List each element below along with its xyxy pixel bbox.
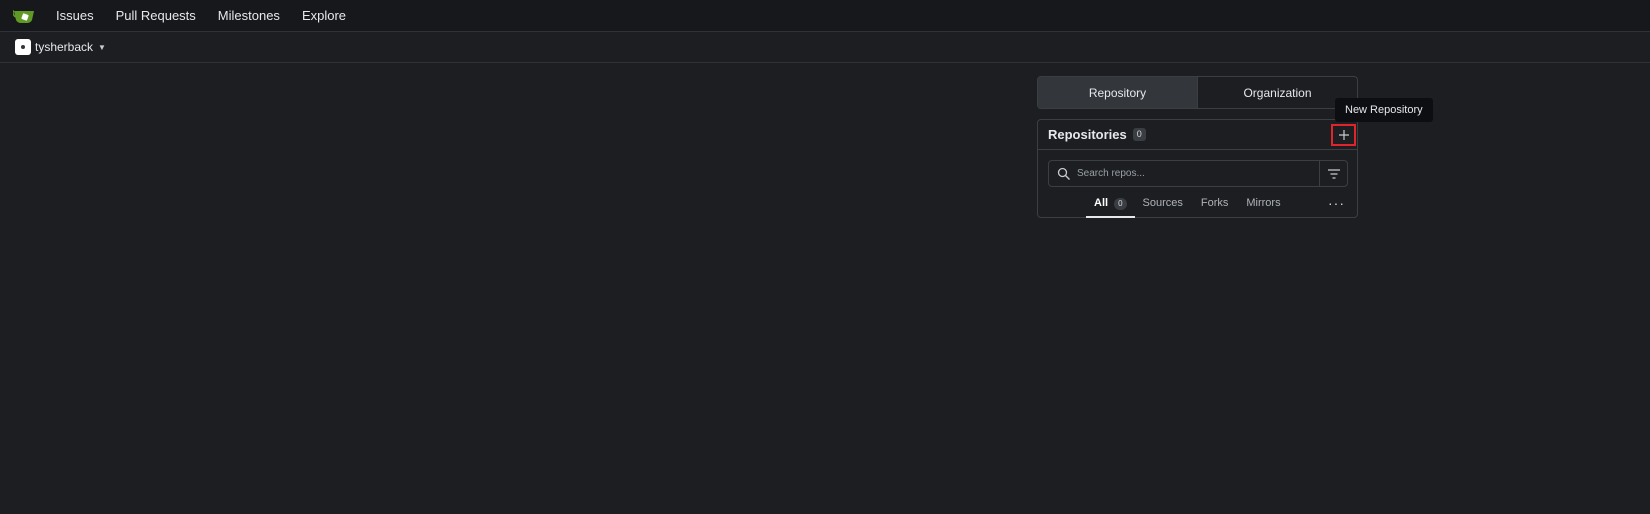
avatar-icon (15, 39, 31, 55)
tab-organization[interactable]: Organization (1197, 77, 1357, 108)
tab-mirrors[interactable]: Mirrors (1246, 193, 1280, 218)
nav-pull-requests[interactable]: Pull Requests (105, 0, 207, 32)
filter-button[interactable] (1319, 161, 1347, 186)
gitea-logo-icon[interactable] (13, 7, 35, 25)
tab-all[interactable]: All 0 (1086, 193, 1135, 218)
kebab-horizontal-icon[interactable]: ··· (1328, 195, 1345, 211)
repo-filter-tabs: All 0 Sources Forks Mirrors ··· (1038, 193, 1357, 218)
filter-icon (1327, 168, 1340, 179)
top-navbar: Issues Pull Requests Milestones Explore (0, 0, 1650, 32)
caret-down-icon: ▼ (98, 42, 106, 52)
context-bar: tysherback ▼ (0, 32, 1650, 63)
context-switcher[interactable]: tysherback ▼ (15, 39, 106, 55)
repositories-title: Repositories (1048, 127, 1127, 142)
new-repository-button[interactable] (1331, 124, 1356, 146)
nav-milestones[interactable]: Milestones (207, 0, 291, 32)
tab-repository[interactable]: Repository (1038, 77, 1197, 108)
repo-search-bar (1048, 160, 1348, 187)
tab-sources[interactable]: Sources (1143, 193, 1183, 218)
search-repos-input[interactable] (1077, 168, 1319, 179)
repositories-count-badge: 0 (1132, 128, 1146, 141)
nav-explore[interactable]: Explore (291, 0, 357, 32)
plus-icon (1338, 130, 1349, 140)
tab-all-label: All (1094, 197, 1109, 209)
new-repository-tooltip: New Repository (1335, 98, 1433, 122)
repositories-box: Repositories 0 All 0 (1037, 119, 1358, 218)
repositories-header: Repositories 0 (1038, 120, 1357, 150)
context-user-name: tysherback (35, 40, 94, 54)
nav-issues[interactable]: Issues (45, 0, 105, 32)
repo-org-switcher: Repository Organization (1037, 76, 1358, 109)
search-icon (1057, 167, 1070, 180)
tab-all-count: 0 (1114, 198, 1127, 210)
tab-forks[interactable]: Forks (1201, 193, 1229, 218)
dashboard-repo-panel: Repository Organization Repositories 0 S… (1037, 76, 1358, 218)
